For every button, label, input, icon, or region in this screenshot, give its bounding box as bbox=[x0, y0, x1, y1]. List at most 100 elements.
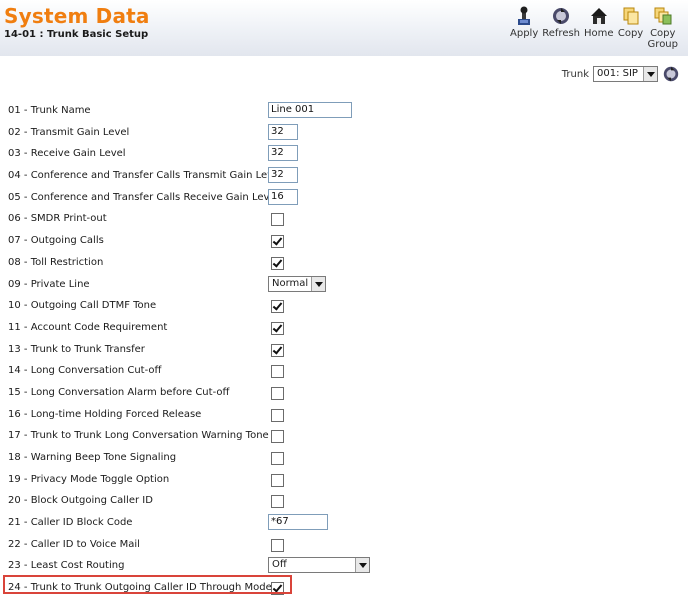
trunk-dropdown[interactable]: 001: SIP bbox=[593, 66, 658, 82]
settings-row-label: 05 - Conference and Transfer Calls Recei… bbox=[8, 191, 279, 203]
apply-button[interactable]: Apply bbox=[510, 6, 538, 50]
settings-row: 02 - Transmit Gain Level 32 bbox=[0, 122, 688, 144]
home-label: Home bbox=[584, 28, 614, 39]
settings-dropdown[interactable]: Normal bbox=[268, 275, 326, 292]
settings-checkbox[interactable] bbox=[271, 256, 284, 270]
settings-row-label: 06 - SMDR Print-out bbox=[8, 213, 107, 225]
settings-row: 21 - Caller ID Block Code *67 bbox=[0, 512, 688, 534]
settings-row-label: 18 - Warning Beep Tone Signaling bbox=[8, 452, 177, 463]
settings-row-label: 04 - Conference and Transfer Calls Trans… bbox=[8, 170, 283, 182]
refresh-label: Refresh bbox=[542, 28, 581, 39]
settings-dropdown-value: Off bbox=[272, 559, 287, 571]
settings-text-field[interactable]: 32 bbox=[268, 145, 298, 162]
settings-row: 14 - Long Conversation Cut-off bbox=[0, 360, 688, 382]
settings-row-control bbox=[268, 449, 284, 465]
settings-row: 05 - Conference and Transfer Calls Recei… bbox=[0, 187, 688, 209]
settings-checkbox[interactable] bbox=[271, 538, 284, 552]
copy-group-label-line1: Copy bbox=[650, 28, 676, 39]
settings-checkbox[interactable] bbox=[271, 582, 284, 596]
chevron-down-icon[interactable] bbox=[311, 276, 325, 291]
home-button[interactable]: Home bbox=[584, 6, 614, 50]
settings-row-label: 13 - Trunk to Trunk Transfer bbox=[8, 343, 145, 355]
trunk-selector-row: Trunk 001: SIP bbox=[562, 65, 680, 83]
copy-icon bbox=[623, 7, 639, 25]
settings-row: 24 - Trunk to Trunk Outgoing Caller ID T… bbox=[0, 577, 688, 599]
settings-row-control bbox=[268, 579, 284, 596]
settings-row-control bbox=[268, 210, 284, 227]
copy-group-icon bbox=[654, 7, 672, 25]
settings-row-label: 24 - Trunk to Trunk Outgoing Caller ID T… bbox=[8, 582, 272, 594]
settings-row-control: *67 bbox=[268, 514, 328, 531]
settings-row: 17 - Trunk to Trunk Long Conversation Wa… bbox=[0, 425, 688, 447]
settings-row: 08 - Toll Restriction bbox=[0, 252, 688, 274]
settings-row-label: 02 - Transmit Gain Level bbox=[8, 126, 130, 138]
settings-checkbox[interactable] bbox=[271, 343, 284, 357]
settings-row-control bbox=[268, 471, 284, 487]
settings-list: 01 - Trunk Name Line 001 02 - Transmit Gai… bbox=[0, 100, 688, 599]
settings-checkbox[interactable] bbox=[271, 452, 284, 465]
settings-row-control: 32 bbox=[268, 145, 298, 162]
settings-row-label: 03 - Receive Gain Level bbox=[8, 148, 126, 160]
copy-group-label-line2: Group bbox=[647, 39, 678, 50]
go-icon[interactable] bbox=[662, 65, 680, 83]
settings-row-control: 32 bbox=[268, 167, 298, 184]
settings-row: 16 - Long-time Holding Forced Release bbox=[0, 404, 688, 426]
settings-row: 23 - Least Cost Routing Off bbox=[0, 555, 688, 577]
settings-row: 11 - Account Code Requirement bbox=[0, 317, 688, 339]
settings-row-label: 17 - Trunk to Trunk Long Conversation Wa… bbox=[8, 430, 269, 442]
copy-button[interactable]: Copy bbox=[618, 6, 644, 50]
toolbar: Apply Refresh Home Copy Copy Group bbox=[510, 6, 678, 50]
settings-dropdown[interactable]: Off bbox=[268, 557, 370, 574]
settings-row-label: 11 - Account Code Requirement bbox=[8, 321, 168, 333]
settings-row: 15 - Long Conversation Alarm before Cut-… bbox=[0, 382, 688, 404]
header-bar: System Data 14-01 : Trunk Basic Setup Ap… bbox=[0, 0, 688, 56]
settings-checkbox[interactable] bbox=[271, 408, 284, 422]
refresh-button[interactable]: Refresh bbox=[542, 6, 580, 50]
page-title: System Data bbox=[4, 4, 150, 28]
settings-text-field[interactable]: 32 bbox=[268, 167, 298, 184]
settings-row-label: 07 - Outgoing Calls bbox=[8, 235, 104, 247]
settings-row-label: 16 - Long-time Holding Forced Release bbox=[8, 408, 202, 420]
chevron-down-icon[interactable] bbox=[355, 558, 369, 573]
settings-row-control: 32 bbox=[268, 123, 298, 140]
settings-checkbox[interactable] bbox=[271, 386, 284, 400]
settings-row-label: 23 - Least Cost Routing bbox=[8, 560, 125, 572]
settings-row-label: 22 - Caller ID to Voice Mail bbox=[8, 538, 140, 550]
settings-checkbox[interactable] bbox=[271, 300, 284, 314]
settings-text-field[interactable]: *67 bbox=[268, 514, 328, 531]
settings-row-control bbox=[268, 427, 284, 444]
apply-label: Apply bbox=[510, 28, 539, 39]
page-subtitle: 14-01 : Trunk Basic Setup bbox=[4, 29, 149, 40]
trunk-label: Trunk bbox=[561, 68, 589, 80]
settings-row-control: 16 bbox=[268, 188, 298, 205]
settings-row-control bbox=[268, 362, 284, 379]
settings-dropdown-value: Normal bbox=[272, 277, 309, 289]
settings-row-label: 15 - Long Conversation Alarm before Cut-… bbox=[8, 386, 230, 398]
copy-group-button[interactable]: Copy Group bbox=[648, 6, 678, 50]
chevron-down-icon[interactable] bbox=[643, 67, 657, 81]
settings-row: 04 - Conference and Transfer Calls Trans… bbox=[0, 165, 688, 187]
settings-checkbox[interactable] bbox=[271, 321, 284, 335]
settings-checkbox[interactable] bbox=[271, 235, 284, 249]
settings-text-field[interactable]: 32 bbox=[268, 123, 298, 140]
apply-icon bbox=[518, 6, 531, 25]
settings-checkbox[interactable] bbox=[271, 473, 284, 487]
home-icon bbox=[590, 8, 607, 24]
settings-row: 06 - SMDR Print-out bbox=[0, 208, 688, 230]
settings-checkbox[interactable] bbox=[271, 365, 284, 379]
settings-row: 20 - Block Outgoing Caller ID bbox=[0, 490, 688, 512]
settings-text-field[interactable]: Line 001 bbox=[268, 102, 352, 118]
settings-row: 03 - Receive Gain Level 32 bbox=[0, 143, 688, 165]
settings-row-control bbox=[268, 384, 284, 400]
settings-text-field[interactable]: 16 bbox=[268, 188, 298, 205]
settings-row: 07 - Outgoing Calls bbox=[0, 230, 688, 252]
settings-checkbox[interactable] bbox=[271, 495, 284, 509]
settings-row-control bbox=[268, 341, 284, 357]
settings-checkbox[interactable] bbox=[271, 213, 284, 227]
settings-row-control bbox=[268, 319, 284, 335]
settings-checkbox[interactable] bbox=[271, 430, 284, 444]
copy-group-label: Copy Group bbox=[648, 28, 678, 50]
refresh-icon bbox=[553, 8, 570, 24]
settings-row-label: 08 - Toll Restriction bbox=[8, 256, 104, 268]
settings-row-label: 19 - Privacy Mode Toggle Option bbox=[8, 473, 170, 485]
